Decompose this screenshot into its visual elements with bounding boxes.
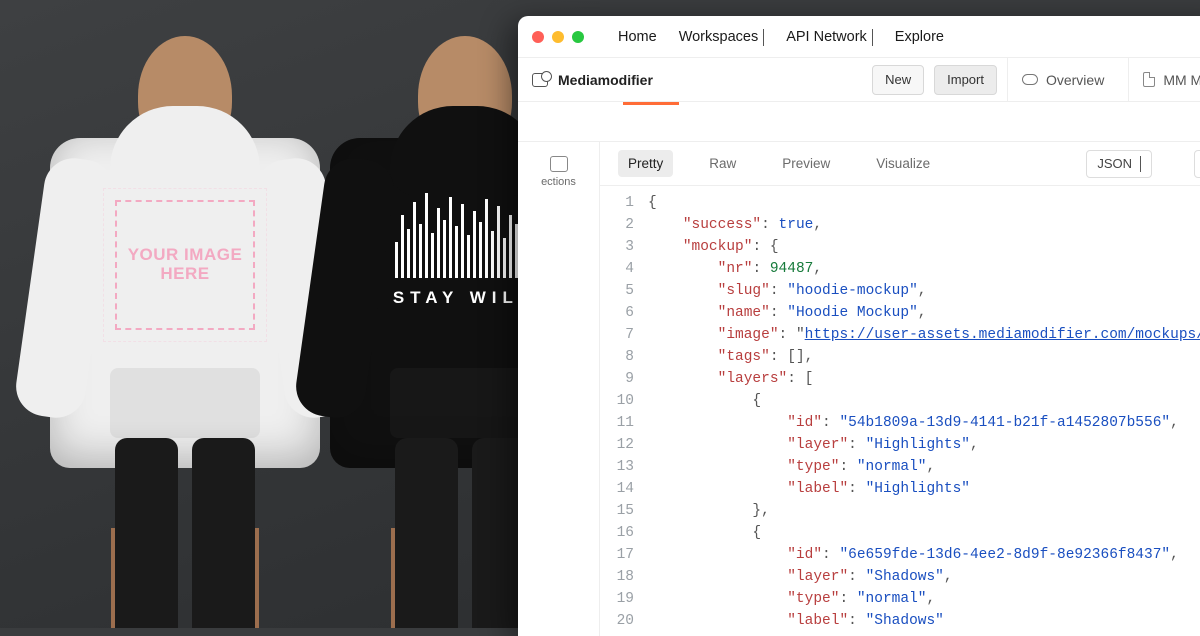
overview-icon <box>1022 72 1038 88</box>
minimize-window-button[interactable] <box>552 31 564 43</box>
chevron-down-icon <box>1140 156 1141 171</box>
tab-mm-mock[interactable]: MM Mock <box>1128 58 1200 101</box>
sidebar-item-collections[interactable]: ections <box>518 146 599 198</box>
document-icon <box>1143 72 1155 87</box>
response-tab-raw[interactable]: Raw <box>699 150 746 177</box>
maximize-window-button[interactable] <box>572 31 584 43</box>
tab-overview-label: Overview <box>1046 72 1104 88</box>
format-select-label: JSON <box>1097 156 1132 171</box>
api-client-window: Home Workspaces API Network Explore Medi… <box>518 16 1200 636</box>
response-tab-pretty[interactable]: Pretty <box>618 150 673 177</box>
nav-workspaces[interactable]: Workspaces <box>679 29 765 45</box>
mockup-model-white-hoodie: YOUR IMAGE HERE <box>40 18 330 628</box>
tab-mm-mock-label: MM Mock <box>1163 72 1200 88</box>
nav-home[interactable]: Home <box>618 29 657 45</box>
window-titlebar: Home Workspaces API Network Explore <box>518 16 1200 58</box>
wrap-lines-button[interactable] <box>1194 150 1200 178</box>
response-tab-preview[interactable]: Preview <box>772 150 840 177</box>
collections-icon <box>550 156 568 172</box>
tab-overview[interactable]: Overview <box>1007 58 1118 101</box>
workspace-icon <box>532 73 548 87</box>
sidebar-item-label: ections <box>541 176 576 188</box>
response-tab-visualize[interactable]: Visualize <box>866 150 940 177</box>
workspace-toolbar: Mediamodifier New Import Overview MM Moc… <box>518 58 1200 102</box>
workspace-name[interactable]: Mediamodifier <box>558 72 862 88</box>
nav-workspaces-label: Workspaces <box>679 29 759 45</box>
request-tabs-row <box>518 102 1200 142</box>
nav-api-network[interactable]: API Network <box>786 29 873 45</box>
format-select[interactable]: JSON <box>1086 150 1152 178</box>
window-controls <box>532 31 584 43</box>
sidebar: ections <box>518 142 600 636</box>
active-tab-indicator <box>623 102 679 105</box>
json-response-body[interactable]: 1{2 "success": true,3 "mockup": {4 "nr":… <box>600 186 1200 636</box>
import-button[interactable]: Import <box>934 65 997 95</box>
nav-explore[interactable]: Explore <box>895 29 944 45</box>
placeholder-print-area: YOUR IMAGE HERE <box>115 200 255 330</box>
new-button[interactable]: New <box>872 65 924 95</box>
chevron-down-icon <box>763 29 764 45</box>
close-window-button[interactable] <box>532 31 544 43</box>
chevron-down-icon <box>872 29 873 45</box>
nav-api-network-label: API Network <box>786 29 867 45</box>
response-view-tabs: Pretty Raw Preview Visualize JSON <box>600 142 1200 186</box>
